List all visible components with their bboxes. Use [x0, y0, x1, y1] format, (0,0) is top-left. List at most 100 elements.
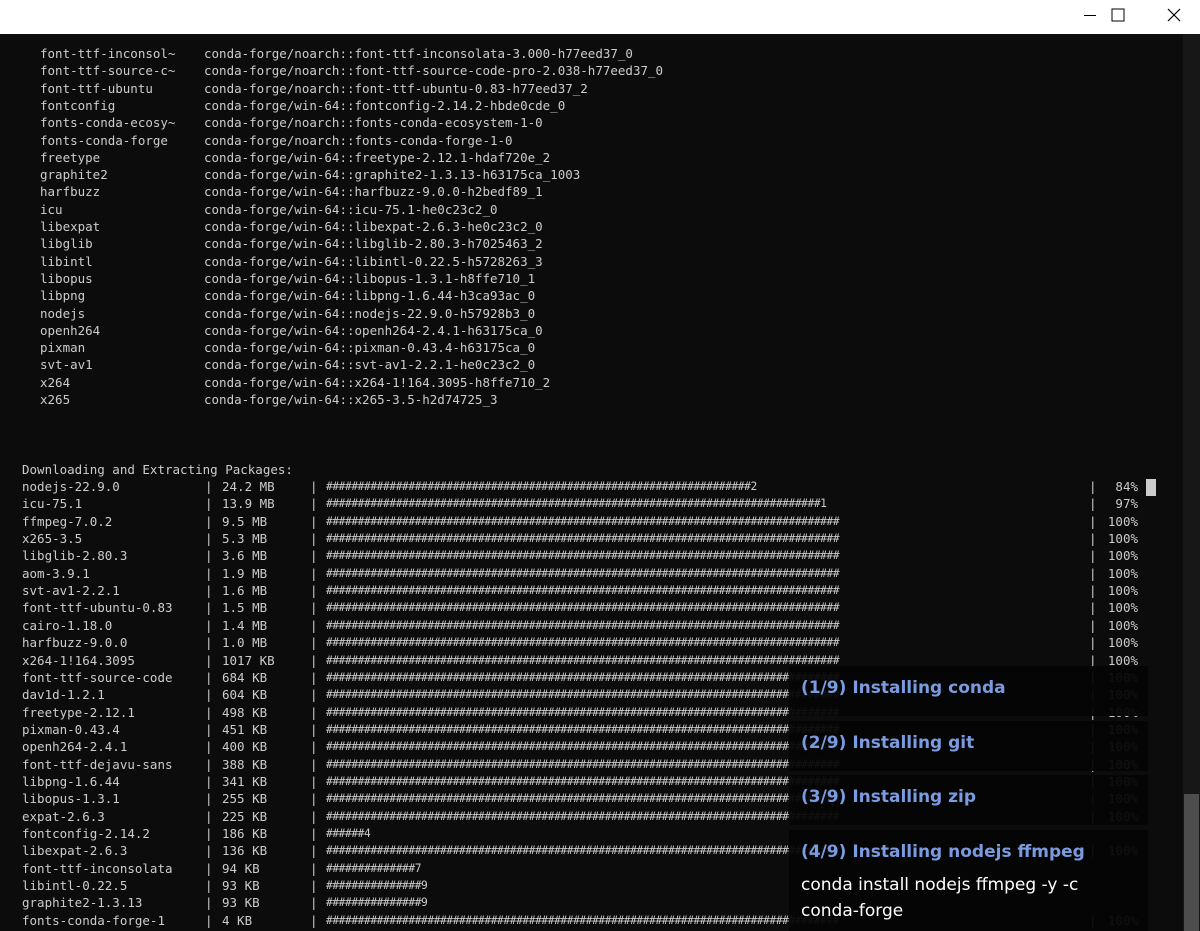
package-spec: conda-forge/win-64::libexpat-2.6.3-he0c2…	[204, 219, 543, 234]
separator: |	[205, 739, 213, 755]
notification-title: (2/9) Installing git	[801, 733, 975, 753]
download-size: 451 KB	[222, 721, 268, 737]
download-row: x265-3.5 | 5.3 MB | ########################…	[0, 530, 1183, 547]
download-size: 24.2 MB	[222, 479, 275, 494]
separator: |	[205, 652, 213, 668]
download-name: x264-1!164.3095	[22, 652, 135, 668]
separator: |	[1089, 531, 1097, 547]
separator: |	[310, 791, 318, 807]
package-spec: conda-forge/win-64::svt-av1-2.2.1-he0c23…	[204, 357, 536, 373]
separator: |	[310, 617, 318, 633]
package-spec: conda-forge/win-64::nodejs-22.9.0-h57928…	[204, 305, 536, 321]
download-size: 4 KB	[222, 912, 253, 928]
download-row: nodejs-22.9.0 | 24.2 MB | ##################…	[0, 478, 1183, 495]
separator: |	[1089, 565, 1097, 581]
download-row: libglib-2.80.3 | 3.6 MB | ##################…	[0, 547, 1183, 564]
progress-bar: ########################################…	[326, 740, 840, 754]
download-size: 5.3 MB	[222, 531, 268, 547]
download-name: pixman-0.43.4	[22, 721, 120, 737]
separator: |	[310, 895, 318, 911]
download-row: ffmpeg-7.0.2 | 9.5 MB | ####################…	[0, 513, 1183, 530]
package-row: libintl conda-forge/win-64::libintl-0.22.…	[0, 253, 1183, 270]
download-name: icu-75.1	[22, 496, 83, 512]
package-name: libopus	[40, 270, 93, 286]
progress-percent: 100%	[1107, 583, 1138, 599]
separator: |	[205, 600, 213, 616]
package-name: icu	[40, 201, 63, 217]
package-row: font-ttf-source-c~ conda-forge/noarch::fo…	[0, 62, 1183, 79]
download-name: libpng-1.6.44	[22, 773, 120, 789]
package-row: x265 conda-forge/win-64::x265-3.5-h2d7472…	[0, 391, 1183, 408]
download-size: 225 KB	[222, 808, 268, 824]
package-row: libglib conda-forge/win-64::libglib-2.80.…	[0, 235, 1183, 252]
progress-bar: ########################################…	[326, 497, 827, 511]
download-row: aom-3.9.1 | 1.9 MB | #######################…	[0, 565, 1183, 582]
package-name: x265	[40, 392, 71, 407]
package-row: font-ttf-inconsol~ conda-forge/noarch::fo…	[0, 45, 1183, 62]
package-spec: conda-forge/win-64::openh264-2.4.1-h6317…	[204, 322, 543, 338]
progress-bar: ########################################…	[326, 757, 840, 771]
close-button[interactable]	[1146, 0, 1200, 30]
separator: |	[310, 860, 318, 876]
separator: |	[1089, 479, 1097, 494]
package-name: pixman	[40, 340, 86, 356]
progress-bar: ########################################…	[326, 532, 840, 546]
separator: |	[310, 739, 318, 755]
progress-bar: ########################################…	[326, 514, 840, 528]
download-name: graphite2-1.3.13	[22, 895, 143, 911]
package-row: fonts-conda-forge conda-forge/noarch::fon…	[0, 132, 1183, 149]
separator: |	[205, 704, 213, 720]
install-notification: (4/9) Installing nodejs ffmpeg conda inst…	[789, 830, 1148, 931]
maximize-button[interactable]	[1090, 0, 1146, 30]
separator: |	[310, 583, 318, 599]
separator: |	[205, 826, 213, 841]
download-name: aom-3.9.1	[22, 565, 90, 581]
separator: |	[205, 669, 213, 685]
separator: |	[310, 635, 318, 651]
separator: |	[1089, 496, 1097, 512]
download-name: cairo-1.18.0	[22, 617, 113, 633]
download-name: font-ttf-ubuntu-0.83	[22, 600, 173, 616]
package-row: x264 conda-forge/win-64::x264-1!164.3095-…	[0, 374, 1183, 391]
separator: |	[1089, 548, 1097, 564]
progress-bar: ########################################…	[326, 636, 840, 650]
progress-percent: 100%	[1107, 635, 1138, 651]
download-name: libglib-2.80.3	[22, 548, 128, 564]
notification-title: (4/9) Installing nodejs ffmpeg	[801, 842, 1085, 862]
scrollbar-thumb[interactable]	[1184, 794, 1199, 931]
separator: |	[205, 565, 213, 581]
progress-bar: ########################################…	[326, 688, 840, 702]
separator: |	[205, 912, 213, 928]
separator: |	[205, 878, 213, 894]
separator: |	[310, 600, 318, 616]
progress-bar: ######4	[326, 827, 371, 840]
progress-bar: ##############7	[326, 861, 422, 875]
download-size: 9.5 MB	[222, 513, 268, 529]
package-spec: conda-forge/noarch::font-ttf-inconsolata…	[204, 46, 633, 61]
download-size: 13.9 MB	[222, 496, 275, 512]
package-row: openh264 conda-forge/win-64::openh264-2.4…	[0, 322, 1183, 339]
download-size: 1.9 MB	[222, 565, 268, 581]
progress-percent: 84%	[1115, 479, 1138, 494]
download-size: 93 KB	[222, 895, 260, 911]
progress-bar: ########################################…	[326, 792, 840, 806]
separator: |	[205, 843, 213, 859]
progress-bar: ########################################…	[326, 844, 840, 858]
maximize-icon	[1111, 8, 1125, 22]
package-name: font-ttf-ubuntu	[40, 80, 153, 96]
package-row: harfbuzz conda-forge/win-64::harfbuzz-9.0…	[0, 183, 1183, 200]
download-row: font-ttf-ubuntu-0.83 | 1.5 MB | ############…	[0, 599, 1183, 616]
progress-bar: ########################################…	[326, 913, 840, 927]
download-name: expat-2.6.3	[22, 808, 105, 824]
package-spec: conda-forge/win-64::graphite2-1.3.13-h63…	[204, 167, 581, 183]
download-row: svt-av1-2.2.1 | 1.6 MB | ###################…	[0, 582, 1183, 599]
separator: |	[310, 912, 318, 928]
package-row: svt-av1 conda-forge/win-64::svt-av1-2.2.1…	[0, 356, 1183, 373]
progress-bar: ########################################…	[326, 722, 840, 736]
package-name: graphite2	[40, 167, 108, 183]
separator: |	[205, 548, 213, 564]
separator: |	[310, 878, 318, 894]
package-name: font-ttf-inconsol~	[40, 46, 176, 61]
download-name: libintl-0.22.5	[22, 878, 128, 894]
download-name: x265-3.5	[22, 531, 83, 547]
